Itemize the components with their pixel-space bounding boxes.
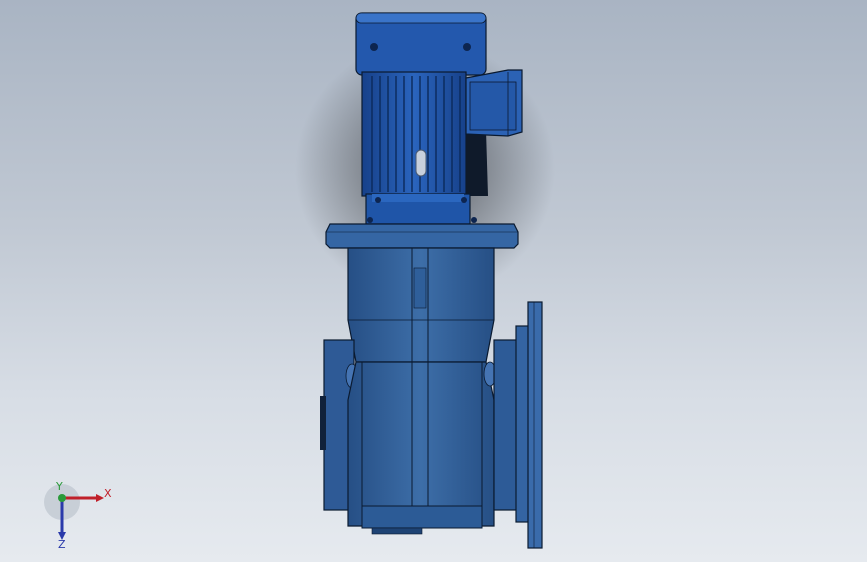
y-axis-label: Y <box>55 480 63 493</box>
gearbox-lower-housing[interactable] <box>347 361 497 535</box>
graphics-viewport[interactable]: X Y Z <box>0 0 867 562</box>
gearmotor-model[interactable] <box>0 0 867 562</box>
z-axis-label: Z <box>58 538 66 548</box>
x-axis-label: X <box>104 487 112 500</box>
motor-flange[interactable] <box>365 193 477 225</box>
motor-fan-cover[interactable] <box>355 12 487 76</box>
gearbox-input-flange[interactable] <box>325 223 519 249</box>
terminal-box[interactable] <box>465 69 523 137</box>
y-axis <box>58 494 66 502</box>
reference-triad: X Y Z <box>44 480 112 548</box>
lifting-eye <box>415 149 427 177</box>
gearbox-upper-housing[interactable] <box>347 247 495 363</box>
right-output-flange[interactable] <box>493 301 543 549</box>
